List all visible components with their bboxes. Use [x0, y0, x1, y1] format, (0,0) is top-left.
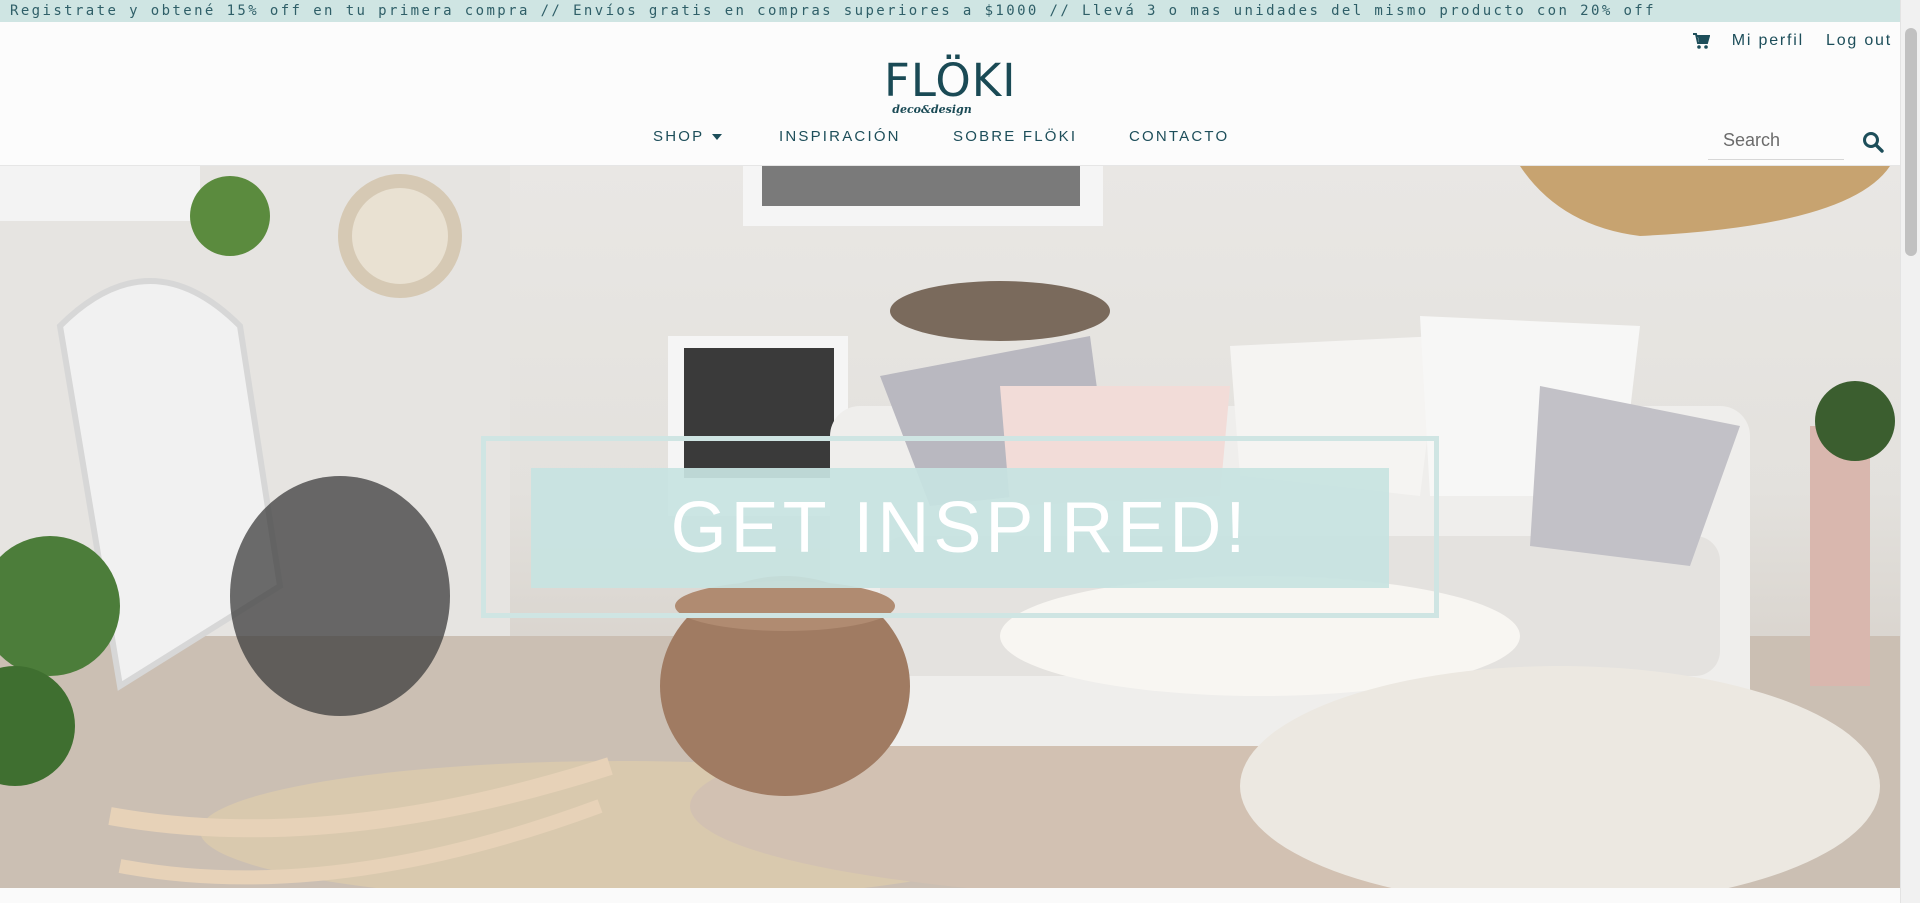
scrollbar-thumb[interactable] — [1905, 28, 1917, 256]
cta-label: GET INSPIRED! — [670, 488, 1250, 568]
site-header: FLÖKI deco&design Mi perfil Log out SHOP… — [0, 22, 1900, 166]
shopping-cart-icon[interactable] — [1692, 32, 1710, 50]
nav-item-shop-label: SHOP — [653, 128, 705, 145]
promo-banner: Registrate y obtené 15% off en tu primer… — [0, 0, 1900, 22]
brand-logo[interactable]: FLÖKI deco&design — [884, 54, 1017, 116]
nav-item-sobre-floki[interactable]: SOBRE FLÖKI — [953, 128, 1077, 145]
nav-item-inspiracion[interactable]: INSPIRACIÓN — [779, 128, 901, 145]
page-scrollbar[interactable] — [1900, 0, 1920, 903]
brand-tagline: deco&design — [892, 103, 972, 116]
main-nav: SHOP INSPIRACIÓN SOBRE FLÖKI CONTACTO — [0, 122, 1900, 156]
profile-link[interactable]: Mi perfil — [1732, 32, 1804, 50]
nav-item-contacto[interactable]: CONTACTO — [1129, 128, 1229, 145]
search-box — [1708, 122, 1884, 160]
get-inspired-button[interactable]: GET INSPIRED! — [531, 468, 1389, 588]
user-nav: Mi perfil Log out — [1692, 32, 1892, 50]
nav-item-shop[interactable]: SHOP — [653, 128, 723, 145]
page-bottom — [0, 888, 1900, 903]
logout-link[interactable]: Log out — [1826, 32, 1892, 50]
search-input[interactable] — [1708, 122, 1844, 160]
search-icon[interactable] — [1862, 131, 1884, 153]
hero-banner: GET INSPIRED! — [0, 166, 1900, 888]
brand-name: FLÖKI — [884, 54, 1017, 107]
caret-down-icon — [712, 134, 723, 141]
